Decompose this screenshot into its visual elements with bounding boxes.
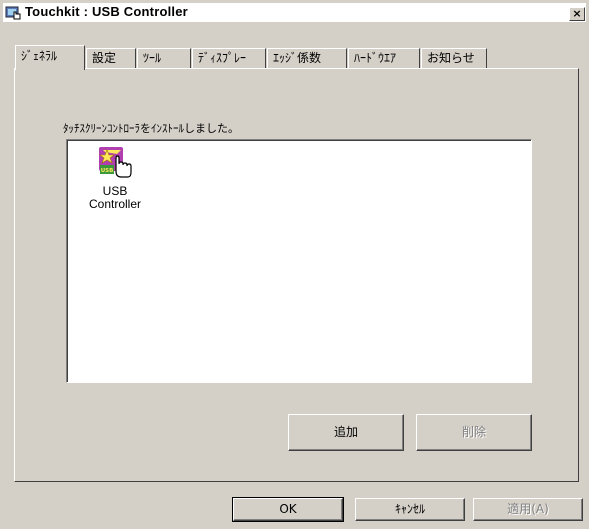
tab-settings[interactable]: 設定	[86, 48, 136, 69]
tab-edge-coefficient[interactable]: ｴｯｼﾞ係数	[267, 48, 347, 69]
controller-list[interactable]: USB USB Controller	[66, 139, 532, 383]
install-status-message: ﾀｯﾁｽｸﾘｰﾝｺﾝﾄﾛｰﾗをｲﾝｽﾄｰﾙしました。	[63, 122, 239, 135]
tab-notices[interactable]: お知らせ	[421, 48, 487, 69]
svg-text:USB: USB	[101, 168, 114, 174]
controller-list-item[interactable]: USB USB Controller	[81, 144, 149, 211]
tab-display[interactable]: ﾃﾞｨｽﾌﾟﾚｰ	[192, 48, 266, 69]
apply-button[interactable]: 適用(A)	[473, 498, 583, 521]
close-button[interactable]: ×	[569, 7, 585, 21]
window-title: Touchkit : USB Controller	[25, 4, 188, 19]
touchkit-app-icon	[5, 6, 21, 20]
remove-button[interactable]: 削除	[416, 414, 532, 451]
touchkit-usb-icon: USB	[99, 147, 132, 178]
add-button[interactable]: 追加	[288, 414, 404, 451]
cancel-button[interactable]: ｷｬﾝｾﾙ	[355, 498, 465, 521]
tab-hardware[interactable]: ﾊｰﾄﾞｳｴｱ	[348, 48, 420, 69]
title-bar[interactable]: Touchkit : USB Controller ×	[3, 3, 586, 22]
tab-tools[interactable]: ﾂｰﾙ	[137, 48, 191, 69]
properties-window: Touchkit : USB Controller × ｼﾞｪﾈﾗﾙ 設定 ﾂｰ…	[0, 0, 589, 529]
ok-button[interactable]: OK	[232, 497, 344, 522]
tab-general[interactable]: ｼﾞｪﾈﾗﾙ	[15, 45, 85, 70]
controller-label-line2: Controller	[88, 197, 142, 211]
